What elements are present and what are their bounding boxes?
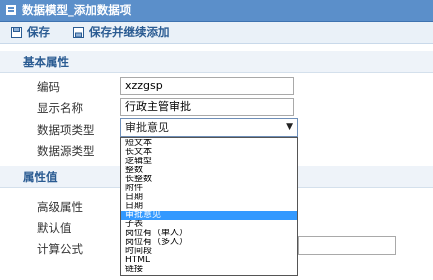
code-label: 编码 xyxy=(37,80,60,94)
dropdown-option[interactable]: 子表 xyxy=(121,220,297,229)
toolbar: 保存 保存并继续添加 xyxy=(0,22,433,44)
chevron-down-icon[interactable]: ▼ xyxy=(286,119,293,136)
data-type-dropdown-list[interactable]: 短文本 长文本 逻辑型 整数 长整数 附件 日期 日期 审批意见 子表 岗位有（单人） 岗位有（多人）… xyxy=(120,137,298,276)
window-title-bar: 数据模型_添加数据项 xyxy=(0,0,433,22)
save-and-continue-button[interactable]: 保存并继续添加 xyxy=(73,25,183,40)
data-type-select[interactable]: 审批意见 ▼ xyxy=(120,118,298,137)
advanced-properties-label: 高级属性 xyxy=(37,200,83,214)
dropdown-option[interactable]: 长文本 xyxy=(121,148,297,157)
formula-label: 计算公式 xyxy=(37,242,83,256)
save-button-label: 保存 xyxy=(27,25,50,39)
data-type-selected-value: 审批意见 xyxy=(125,121,169,134)
save-and-continue-label: 保存并继续添加 xyxy=(89,25,170,39)
save-icon xyxy=(11,27,22,38)
display-name-label: 显示名称 xyxy=(37,101,83,115)
dropdown-option[interactable]: 岗位有（多人） xyxy=(121,238,297,247)
data-type-label: 数据项类型 xyxy=(37,123,95,137)
dropdown-option[interactable]: 审批意见 xyxy=(121,211,297,220)
dropdown-option[interactable]: 日期 xyxy=(121,202,297,211)
dropdown-option[interactable]: 日期 xyxy=(121,193,297,202)
window-icon xyxy=(6,5,16,15)
window-title: 数据模型_添加数据项 xyxy=(22,3,132,17)
dropdown-option[interactable]: 时间段 xyxy=(121,247,297,256)
default-value-label: 默认值 xyxy=(37,221,72,235)
display-name-input[interactable]: 行政主管审批 xyxy=(120,98,294,116)
section-title: 基本属性 xyxy=(23,55,69,69)
dropdown-option[interactable]: HTML xyxy=(121,256,297,265)
section-title: 属性值 xyxy=(23,170,58,184)
dropdown-option[interactable]: 整数 xyxy=(121,166,297,175)
dropdown-option[interactable]: 长整数 xyxy=(121,175,297,184)
dropdown-option[interactable]: 链接 xyxy=(121,265,297,274)
dropdown-option[interactable]: 岗位有（单人） xyxy=(121,229,297,238)
dropdown-option[interactable]: 短文本 xyxy=(121,139,297,148)
code-input[interactable]: xzzgsp xyxy=(120,77,294,95)
section-basic-properties: 基本属性 xyxy=(0,51,433,73)
dropdown-option[interactable]: 逻辑型 xyxy=(121,157,297,166)
save-continue-icon xyxy=(73,27,84,38)
formula-input[interactable] xyxy=(298,236,396,255)
data-source-type-label: 数据源类型 xyxy=(37,144,95,158)
dropdown-option[interactable]: 附件 xyxy=(121,184,297,193)
save-button[interactable]: 保存 xyxy=(11,25,51,40)
